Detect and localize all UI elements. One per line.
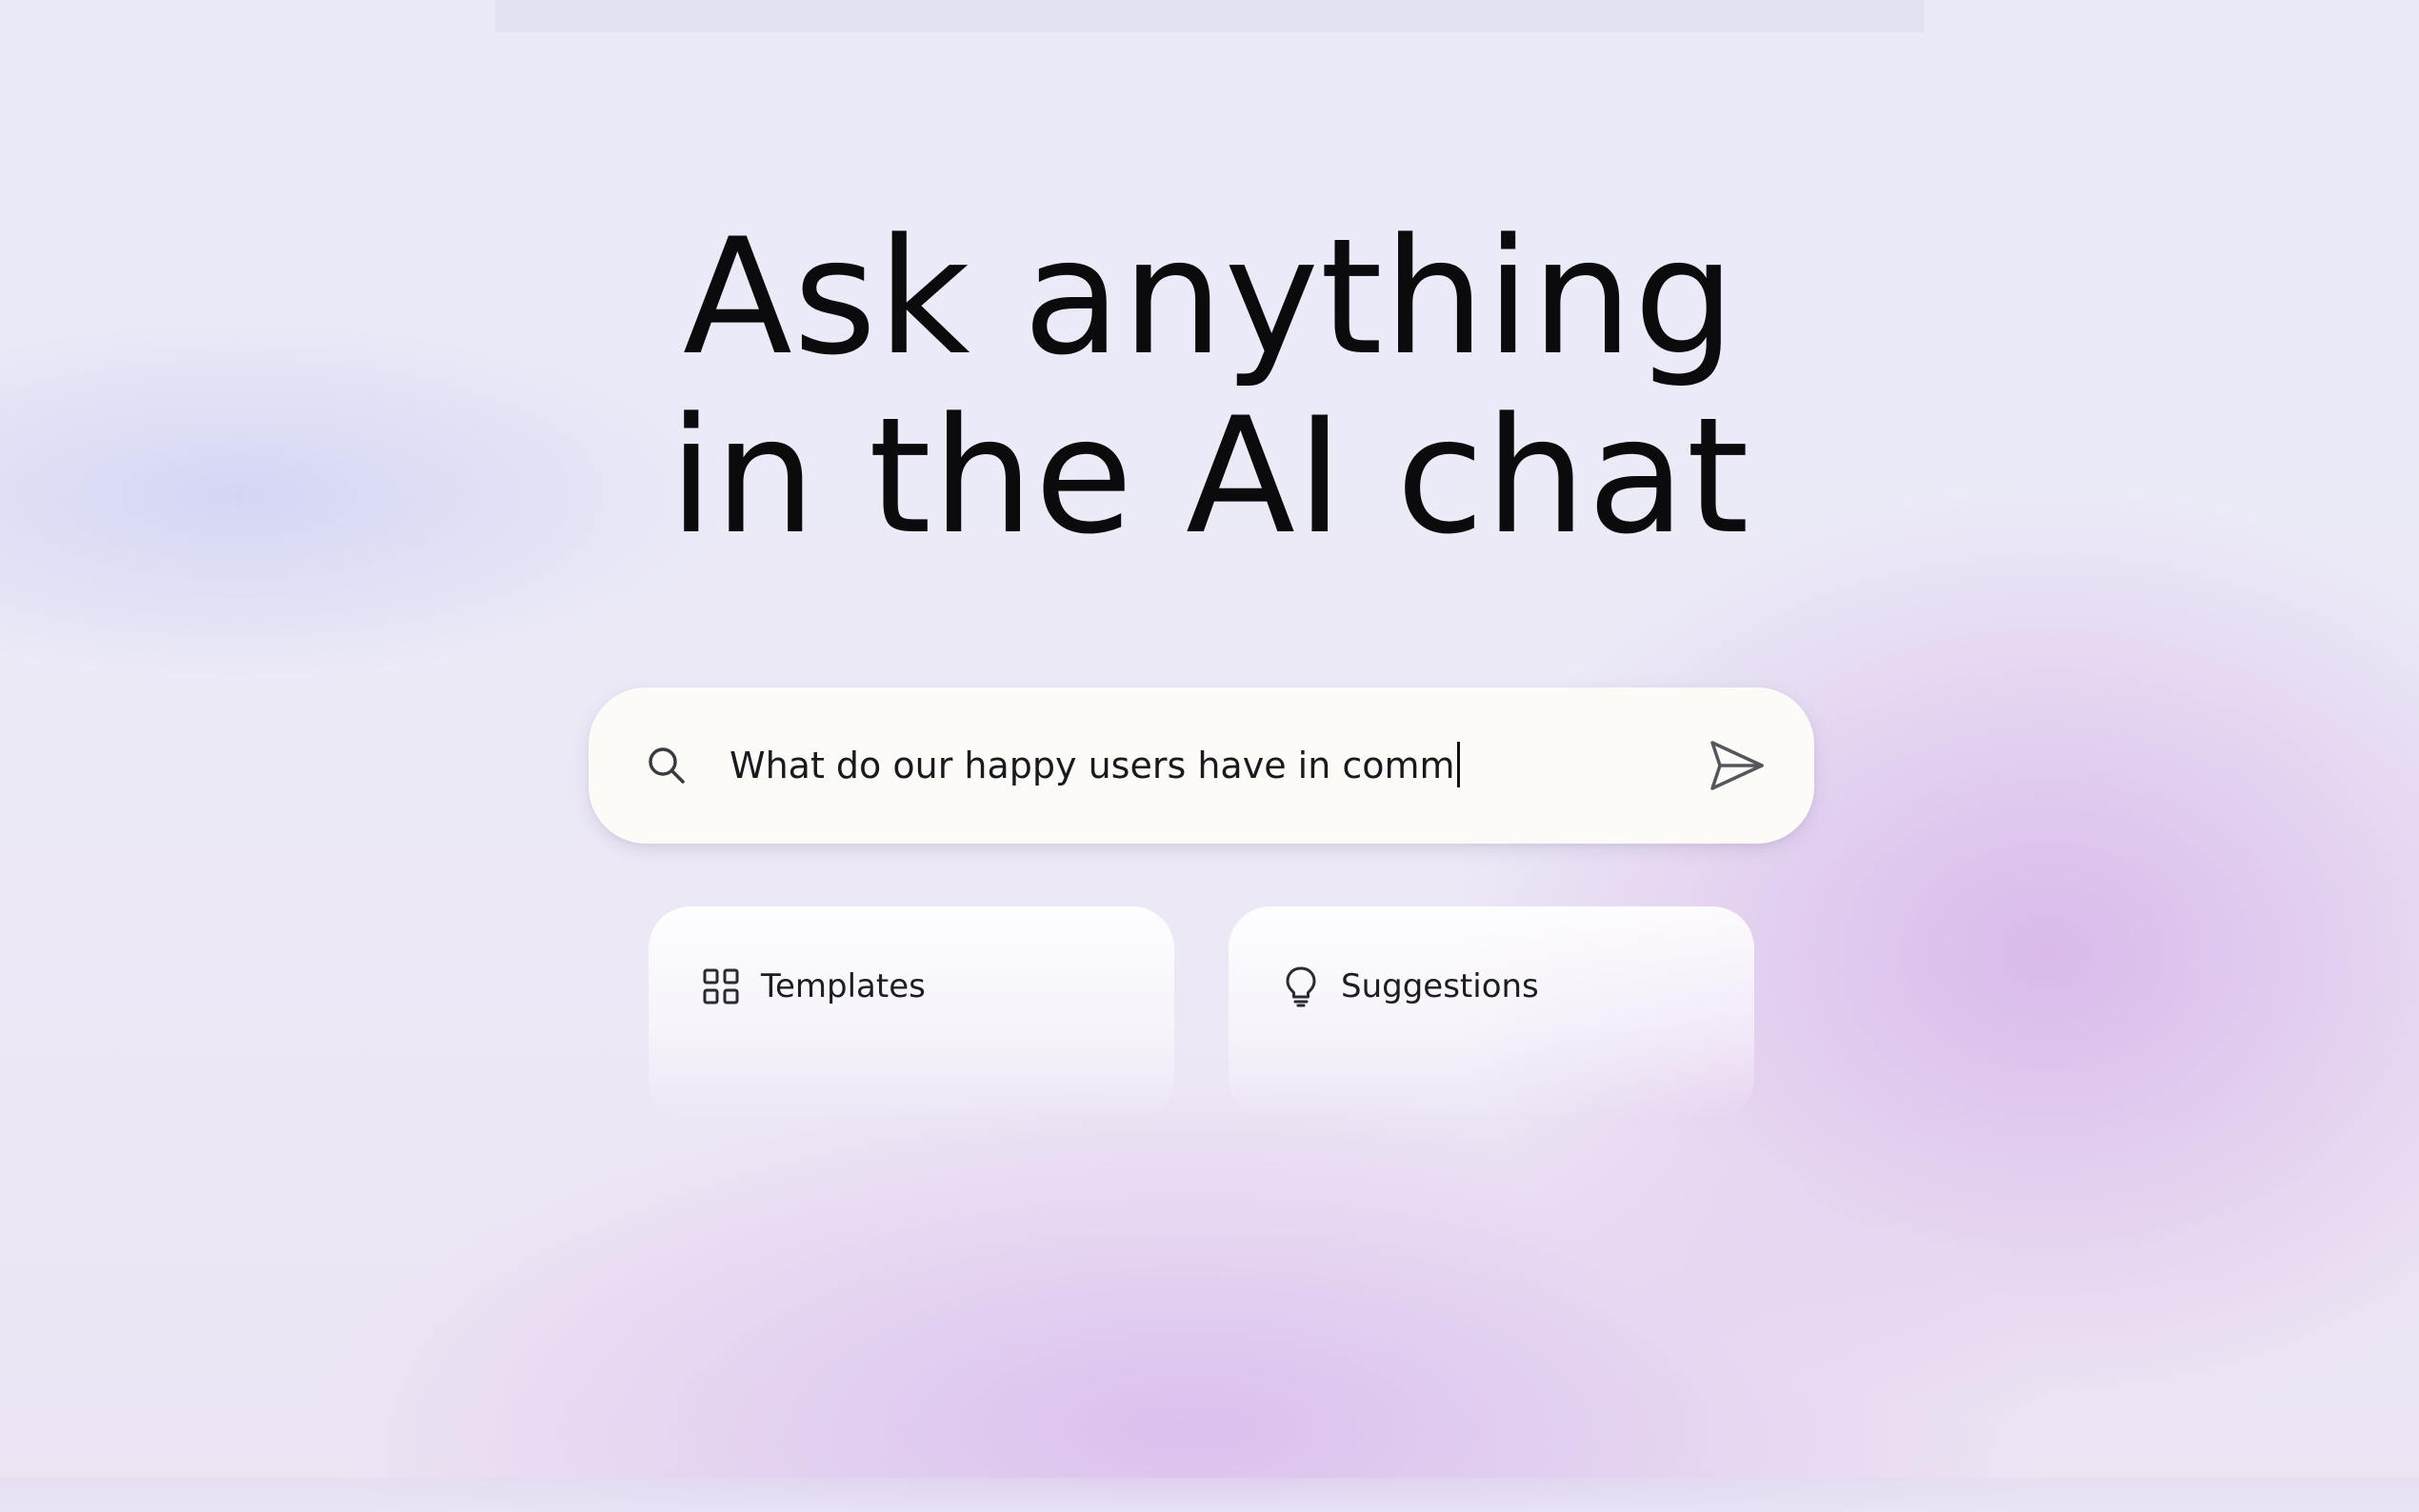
lightbulb-icon	[1286, 966, 1316, 1007]
chat-input-text: What do our happy users have in comm	[730, 745, 1455, 786]
suggestions-label: Suggestions	[1341, 967, 1539, 1005]
search-icon	[649, 747, 685, 784]
suggestions-card[interactable]: Suggestions	[1229, 906, 1754, 1121]
page-title-line-2: in the AI chat	[669, 383, 1750, 569]
page-title-line-1: Ask anything	[682, 204, 1737, 390]
top-strip	[495, 0, 1924, 32]
chat-input[interactable]: What do our happy users have in comm	[730, 737, 1663, 794]
bottom-strip	[0, 1478, 2419, 1512]
templates-card[interactable]: Templates	[649, 906, 1174, 1121]
templates-label: Templates	[761, 967, 926, 1005]
chat-search-bar[interactable]: What do our happy users have in comm	[589, 687, 1814, 844]
send-icon[interactable]	[1708, 737, 1767, 794]
grid-icon	[703, 968, 739, 1005]
text-caret	[1456, 741, 1460, 787]
page-title: Ask anything in the AI chat	[0, 208, 2419, 566]
